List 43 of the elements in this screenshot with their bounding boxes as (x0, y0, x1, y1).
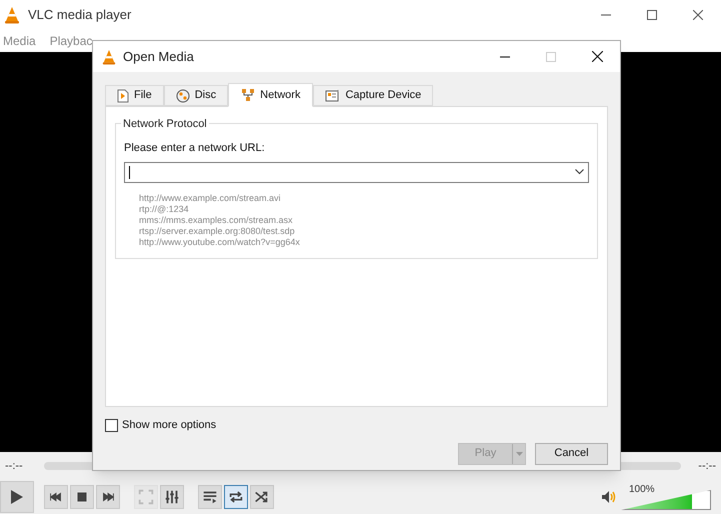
capture-card-icon (325, 89, 340, 102)
checkbox[interactable] (105, 418, 118, 432)
previous-button[interactable] (44, 485, 68, 509)
menu-item[interactable]: Media (3, 30, 36, 52)
window-title: VLC media player (28, 6, 132, 24)
play-button[interactable] (0, 481, 34, 513)
elapsed-time: --:-- (5, 458, 24, 474)
example-url: rtsp://server.example.org:8080/test.sdp (139, 226, 296, 236)
play-split-button: Play (458, 442, 526, 464)
close-icon[interactable] (693, 10, 703, 20)
equalizer-button[interactable] (160, 485, 184, 509)
maximize-icon[interactable] (647, 10, 657, 20)
example-url: rtp://@:1234 (139, 204, 190, 214)
cone-logo-icon (4, 6, 20, 24)
example-url: http://www.example.com/stream.avi (139, 192, 282, 204)
cone-logo-icon (102, 48, 116, 64)
equalizer-icon (163, 488, 181, 506)
close-icon[interactable] (592, 51, 602, 62)
dialog-title: Open Media (123, 48, 194, 66)
volume-reading: 100% (629, 483, 655, 497)
example-url: http://www.youtube.com/watch?v=gg64x (139, 236, 301, 248)
example-url: mms://mms.examples.com/stream.asx (139, 214, 294, 226)
menu-item[interactable]: Playbac (50, 30, 92, 52)
caret-icon (516, 452, 522, 456)
tab[interactable]: File (105, 85, 164, 106)
tab[interactable]: Capture Device (313, 85, 434, 106)
maximize-icon (546, 52, 556, 62)
shuffle-button[interactable] (250, 485, 274, 509)
speaker-icon[interactable] (601, 490, 617, 504)
playlist-button[interactable] (198, 485, 222, 509)
checkbox-label[interactable]: Show more options (122, 417, 216, 434)
stop-button[interactable] (70, 485, 94, 509)
next-button[interactable] (96, 485, 120, 509)
network-icon (241, 88, 256, 102)
url-combo-box[interactable] (124, 162, 589, 182)
remaining-time: --:-- (697, 458, 716, 474)
loop-button[interactable] (224, 485, 248, 509)
cancel-button[interactable]: Cancel (535, 442, 608, 464)
tab[interactable]: Network (228, 83, 314, 107)
disc-icon (176, 88, 190, 102)
file-icon (117, 88, 129, 102)
tab[interactable]: Disc (164, 85, 228, 106)
url-label: Please enter a network URL: (124, 141, 266, 156)
